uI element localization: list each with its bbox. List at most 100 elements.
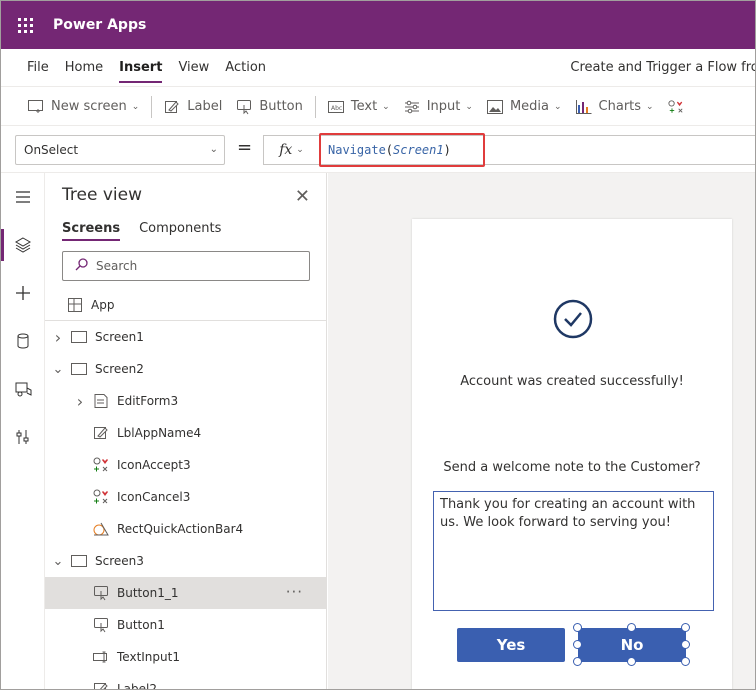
tree-item-button1_1[interactable]: Button1_1 ··· [45,577,326,609]
tree-tabs: Screens Components [62,221,240,241]
chevron-right-icon[interactable]: › [73,392,87,411]
tree-item-iconcancel3[interactable]: IconCancel3 [45,481,326,513]
tree-item-label: RectQuickActionBar4 [117,522,244,536]
tree-view-title: Tree view [62,185,142,205]
screen-icon [71,361,87,377]
success-message-label[interactable]: Account was created successfully! [412,374,732,389]
chevron-right-icon[interactable]: › [51,328,65,347]
tree-item-screen1[interactable]: › Screen1 [45,321,326,353]
screen3-preview[interactable]: Account was created successfully! Send a… [412,219,732,689]
tree-item-app[interactable]: App [45,289,326,321]
new-screen-button[interactable]: New screen ⌄ [21,88,146,126]
input-menu-button[interactable]: Input ⌄ [397,88,480,126]
media-icon[interactable] [1,365,45,413]
tree-item-textinput1[interactable]: TextInput1 [45,641,326,673]
icons-menu-button[interactable] [661,88,698,126]
advanced-tools-icon[interactable] [1,413,45,461]
tree-item-rectquickactionbar4[interactable]: RectQuickActionBar4 [45,513,326,545]
resize-handle[interactable] [573,623,582,632]
tree-item-label: EditForm3 [117,394,179,408]
screen-icon [71,329,87,345]
text-menu-button[interactable]: Abc Text ⌄ [321,88,397,126]
search-input[interactable]: Search [62,251,310,281]
tree-view-layers-icon[interactable] [1,221,45,269]
button-button[interactable]: Button [229,88,310,126]
powerapps-window: Power Apps File Home Insert View Action … [0,0,756,690]
chevron-down-icon[interactable]: ⌄ [51,362,65,377]
bar-chart-icon [575,99,592,115]
menu-insert[interactable]: Insert [111,49,170,87]
tree-item-label: TextInput1 [117,650,180,664]
tree-item-label: Screen2 [95,362,144,376]
tree-item-iconaccept3[interactable]: IconAccept3 [45,449,326,481]
tree-item-button1[interactable]: Button1 [45,609,326,641]
app-launcher-icon[interactable] [1,1,49,49]
tree-item-label: Button1_1 [117,586,179,600]
icons-icon [668,99,684,115]
tree-list: App › Screen1 ⌄ Screen2 › EditForm3 LblAppName4… [45,289,326,689]
formula-open-paren: ( [385,143,394,157]
tree-item-label: LblAppName4 [117,426,202,440]
fx-icon: fx [279,142,293,158]
menu-file[interactable]: File [19,49,57,87]
tree-item-label: Screen1 [95,330,144,344]
icons-icon [93,489,109,505]
textinput-icon [93,649,109,665]
chevron-down-icon[interactable]: ⌄ [51,554,65,569]
tree-item-label: App [91,297,115,312]
more-options-icon[interactable]: ··· [286,583,303,601]
property-dropdown[interactable]: OnSelect ⌄ [15,135,225,165]
formula-function: Navigate [328,143,386,157]
label-icon [93,425,109,441]
formula-input[interactable]: Navigate(Screen1) [319,135,755,165]
tree-item-label: IconCancel3 [117,490,191,504]
resize-handle[interactable] [681,657,690,666]
welcome-note-textinput[interactable]: Thank you for creating an account with u… [433,491,714,611]
tree-item-screen3[interactable]: ⌄ Screen3 [45,545,326,577]
charts-menu-button[interactable]: Charts ⌄ [569,88,661,126]
chevron-down-icon: ⌄ [465,101,473,112]
media-menu-button[interactable]: Media ⌄ [480,88,569,126]
tab-screens[interactable]: Screens [62,221,121,241]
checkmark-circle-icon[interactable] [553,299,593,339]
tree-item-label: Button1 [117,618,165,632]
text-menu-label: Text [350,99,378,114]
chevron-down-icon: ⌄ [553,101,562,112]
screen-icon [71,553,87,569]
resize-handle[interactable] [627,623,636,632]
resize-handle[interactable] [681,623,690,632]
text-icon: Abc [327,99,344,115]
button-icon [236,99,252,115]
design-canvas: Account was created successfully! Send a… [328,173,755,689]
ribbon-divider [314,95,316,118]
formula-bar: OnSelect ⌄ = fx ⌄ Navigate(Screen1) [1,127,755,173]
tree-item-screen2[interactable]: ⌄ Screen2 [45,353,326,385]
hamburger-menu-icon[interactable] [1,173,45,221]
data-cylinder-icon[interactable] [1,317,45,365]
button-button-text: Button [259,99,303,114]
media-menu-label: Media [509,99,549,114]
tree-item-editform3[interactable]: › EditForm3 [45,385,326,417]
form-icon [93,393,109,409]
tab-components[interactable]: Components [139,221,221,240]
menu-view[interactable]: View [170,49,217,87]
tree-item-label2[interactable]: Label2 [45,673,326,689]
insert-plus-icon[interactable] [1,269,45,317]
close-icon[interactable]: ✕ [295,186,310,207]
tree-view-panel: Tree view ✕ Screens Components Search Ap… [45,173,327,689]
app-name-label[interactable]: Create and Trigger a Flow fron [570,49,755,87]
resize-handle[interactable] [681,640,690,649]
yes-button[interactable]: Yes [457,628,565,662]
insert-ribbon: New screen ⌄ Label Button Abc Text ⌄ Inp… [1,88,755,126]
function-button[interactable]: fx ⌄ [263,135,319,165]
resize-handle[interactable] [627,657,636,666]
menu-action[interactable]: Action [217,49,274,87]
label-button-text: Label [187,99,223,114]
resize-handle[interactable] [573,657,582,666]
tree-item-lblappname4[interactable]: LblAppName4 [45,417,326,449]
menu-home[interactable]: Home [57,49,111,87]
welcome-prompt-label[interactable]: Send a welcome note to the Customer? [412,460,732,475]
label-button[interactable]: Label [157,88,229,126]
resize-handle[interactable] [573,640,582,649]
button-icon [93,617,109,633]
